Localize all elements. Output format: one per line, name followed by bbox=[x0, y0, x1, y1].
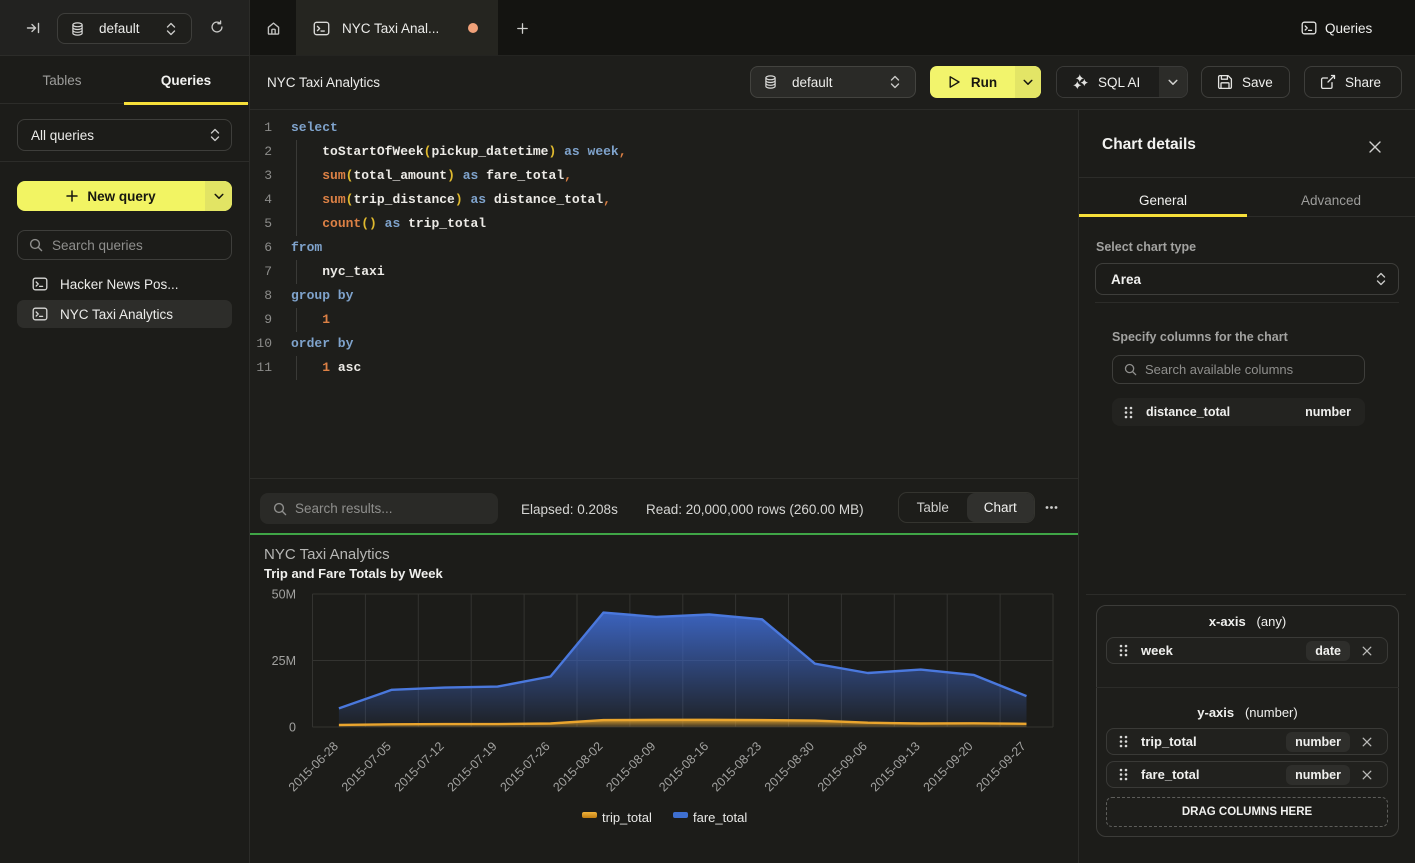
svg-text:2015-08-09: 2015-08-09 bbox=[603, 739, 658, 794]
svg-text:2015-08-02: 2015-08-02 bbox=[550, 739, 605, 794]
svg-text:2015-09-27: 2015-09-27 bbox=[974, 739, 1029, 794]
svg-text:2015-08-23: 2015-08-23 bbox=[709, 739, 764, 794]
svg-text:25M: 25M bbox=[272, 654, 296, 668]
svg-text:2015-07-05: 2015-07-05 bbox=[339, 739, 394, 794]
svg-text:2015-09-06: 2015-09-06 bbox=[815, 739, 870, 794]
svg-text:2015-07-26: 2015-07-26 bbox=[498, 739, 553, 794]
svg-text:50M: 50M bbox=[272, 588, 296, 602]
svg-text:2015-08-16: 2015-08-16 bbox=[656, 739, 711, 794]
svg-text:2015-08-30: 2015-08-30 bbox=[762, 739, 817, 794]
svg-text:0: 0 bbox=[289, 721, 296, 735]
svg-text:trip_total: trip_total bbox=[602, 810, 652, 825]
svg-text:2015-07-19: 2015-07-19 bbox=[445, 739, 500, 794]
svg-text:2015-07-12: 2015-07-12 bbox=[392, 739, 447, 794]
svg-text:2015-09-20: 2015-09-20 bbox=[921, 739, 976, 794]
svg-text:2015-09-13: 2015-09-13 bbox=[868, 739, 923, 794]
svg-text:fare_total: fare_total bbox=[693, 810, 747, 825]
svg-text:2015-06-28: 2015-06-28 bbox=[286, 739, 341, 794]
